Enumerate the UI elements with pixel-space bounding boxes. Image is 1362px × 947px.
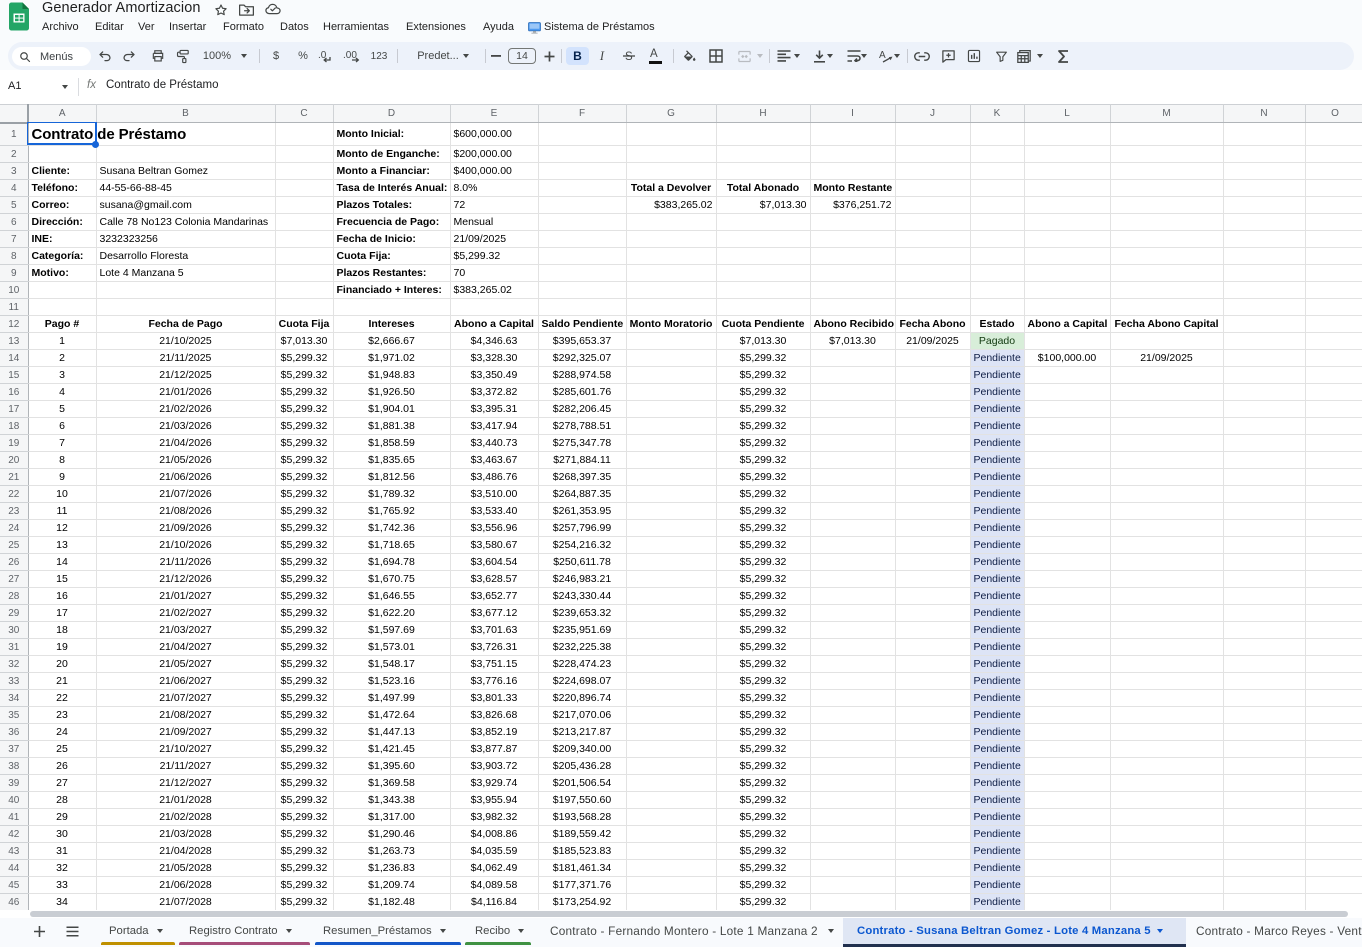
svg-text:S: S xyxy=(625,51,633,63)
svg-text:A: A xyxy=(879,50,886,61)
svg-text:.00: .00 xyxy=(343,50,357,61)
